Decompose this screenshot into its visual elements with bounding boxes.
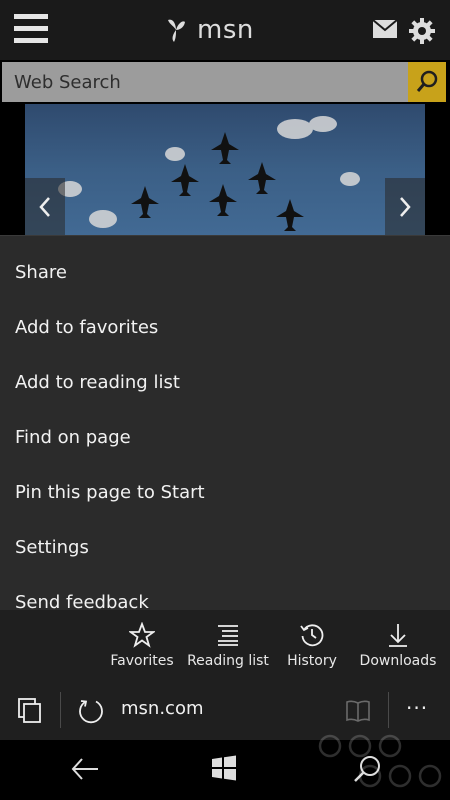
divider (60, 692, 61, 728)
search-icon (416, 70, 438, 92)
hero-image[interactable] (25, 104, 425, 235)
history-icon (300, 624, 324, 647)
search-button[interactable] (408, 62, 446, 102)
address-bar: msn.com ··· (0, 682, 450, 740)
windows-start-icon[interactable] (211, 755, 237, 781)
divider (388, 692, 389, 728)
gear-icon[interactable] (407, 16, 437, 46)
msn-logo[interactable]: msn (165, 12, 254, 48)
hamburger-menu-icon[interactable] (14, 14, 48, 44)
menu-item-add-to-favorites[interactable]: Add to favorites (15, 317, 158, 347)
menu-item-find-on-page[interactable]: Find on page (15, 427, 131, 457)
back-icon[interactable] (70, 756, 100, 782)
web-search-bar (2, 62, 446, 102)
menu-item-send-feedback[interactable]: Send feedback (15, 592, 149, 611)
reading-list-label: Reading list (187, 653, 269, 669)
chevron-right-icon (400, 196, 411, 217)
downloads-label: Downloads (359, 653, 437, 669)
reading-list-icon (218, 625, 238, 646)
brand-text: msn (197, 15, 254, 45)
carousel-next-button[interactable] (385, 178, 425, 235)
favorites-button[interactable]: Favorites (106, 610, 178, 682)
system-nav-bar (0, 740, 450, 800)
refresh-icon[interactable] (77, 697, 105, 725)
reading-list-button[interactable]: Reading list (184, 610, 272, 682)
downloads-button[interactable]: Downloads (356, 610, 440, 682)
hub-action-bar: Favorites Reading list History Downloads (0, 610, 450, 682)
mail-icon[interactable] (372, 18, 398, 40)
carousel-prev-button[interactable] (25, 178, 65, 235)
reading-view-icon[interactable] (345, 699, 371, 723)
menu-item-share[interactable]: Share (15, 262, 67, 292)
download-icon (389, 624, 407, 647)
jets-image (58, 116, 360, 231)
more-options-icon[interactable]: ··· (406, 696, 428, 720)
tabs-icon[interactable] (18, 698, 42, 724)
url-field[interactable]: msn.com (121, 698, 204, 719)
favorites-label: Favorites (110, 653, 174, 669)
menu-item-add-to-reading-list[interactable]: Add to reading list (15, 372, 180, 402)
history-label: History (287, 653, 337, 669)
browser-more-menu: Share Add to favorites Add to reading li… (0, 235, 450, 611)
news-carousel (0, 102, 450, 235)
app-header: msn (0, 0, 450, 60)
butterfly-icon (168, 19, 185, 42)
history-button[interactable]: History (280, 610, 344, 682)
menu-item-pin-to-start[interactable]: Pin this page to Start (15, 482, 205, 512)
search-icon[interactable] (352, 754, 382, 784)
menu-item-settings[interactable]: Settings (15, 537, 89, 567)
chevron-left-icon (39, 196, 50, 217)
star-icon (129, 622, 155, 648)
search-input[interactable] (2, 62, 406, 102)
